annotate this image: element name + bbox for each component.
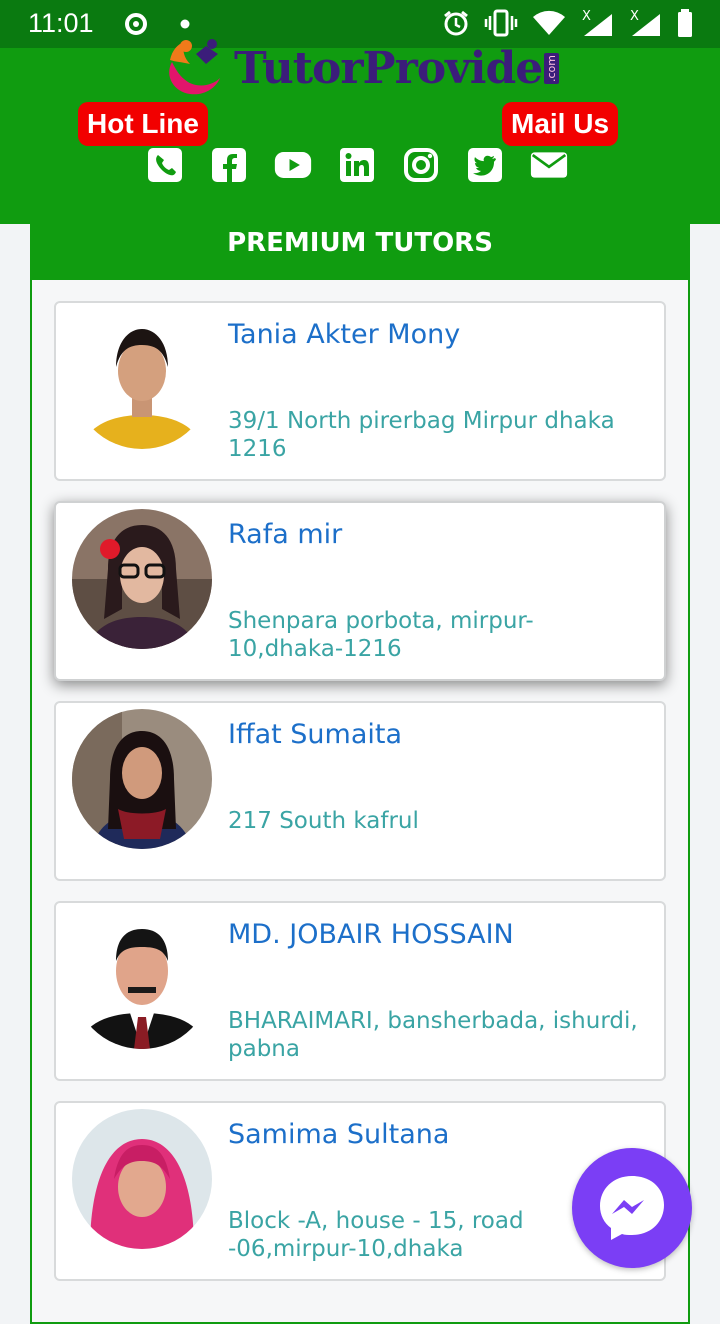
tutor-address: Shenpara porbota, mirpur-10,dhaka-1216 (228, 608, 534, 662)
hotline-button[interactable]: Hot Line (78, 102, 208, 146)
tutor-address: 39/1 North pirerbag Mirpur dhaka 1216 (228, 408, 615, 462)
tutor-address: BHARAIMARI, bansherbada, ishurdi, pabna (228, 1008, 638, 1062)
tutor-address: 217 South kafrul (228, 808, 419, 834)
youtube-icon[interactable] (274, 146, 312, 184)
messenger-chat-button[interactable] (572, 1148, 692, 1268)
phone-icon[interactable] (146, 146, 184, 184)
twitter-icon[interactable] (466, 146, 504, 184)
tutor-avatar (72, 1109, 212, 1249)
messenger-icon (600, 1176, 664, 1240)
sync-icon (125, 13, 147, 35)
site-logo[interactable]: TutorProvide .com (162, 28, 560, 108)
mail-us-button[interactable]: Mail Us (502, 102, 619, 146)
tutor-card[interactable]: Iffat Sumaita 217 South kafrul (54, 701, 666, 881)
premium-tutors-section: PREMIUM TUTORS Tania Akter Mony 39/1 Nor… (30, 224, 690, 1324)
signal-x-icon: X (630, 9, 660, 36)
email-icon[interactable] (530, 146, 568, 184)
battery-icon (678, 9, 692, 37)
tutor-card[interactable]: Tania Akter Mony 39/1 North pirerbag Mir… (54, 301, 666, 481)
tutor-avatar (72, 509, 212, 649)
facebook-icon[interactable] (210, 146, 248, 184)
tutor-card[interactable]: Rafa mir Shenpara porbota, mirpur-10,dha… (54, 501, 666, 681)
tutor-name[interactable]: Rafa mir (228, 519, 342, 550)
tutor-avatar (72, 709, 212, 849)
instagram-icon[interactable] (402, 146, 440, 184)
tutor-name[interactable]: Tania Akter Mony (228, 319, 460, 350)
linkedin-icon[interactable] (338, 146, 376, 184)
tutor-card[interactable]: MD. JOBAIR HOSSAIN BHARAIMARI, bansherba… (54, 901, 666, 1081)
svg-text:X: X (630, 9, 639, 24)
social-links (146, 146, 568, 184)
section-title: PREMIUM TUTORS (32, 224, 688, 280)
logo-suffix: .com (544, 52, 560, 84)
tutor-avatar (72, 909, 212, 1049)
signal-x-icon: X (582, 9, 612, 36)
tutor-name[interactable]: MD. JOBAIR HOSSAIN (228, 919, 514, 950)
tutor-name[interactable]: Samima Sultana (228, 1119, 449, 1150)
logo-text: TutorProvide (234, 42, 543, 94)
status-time: 11:01 (28, 8, 94, 38)
svg-text:X: X (582, 9, 591, 24)
tutor-avatar (72, 309, 212, 449)
logo-mark-icon (169, 39, 220, 95)
site-header: TutorProvide .com Hot Line Mail Us (0, 39, 720, 224)
tutor-name[interactable]: Iffat Sumaita (228, 719, 402, 750)
